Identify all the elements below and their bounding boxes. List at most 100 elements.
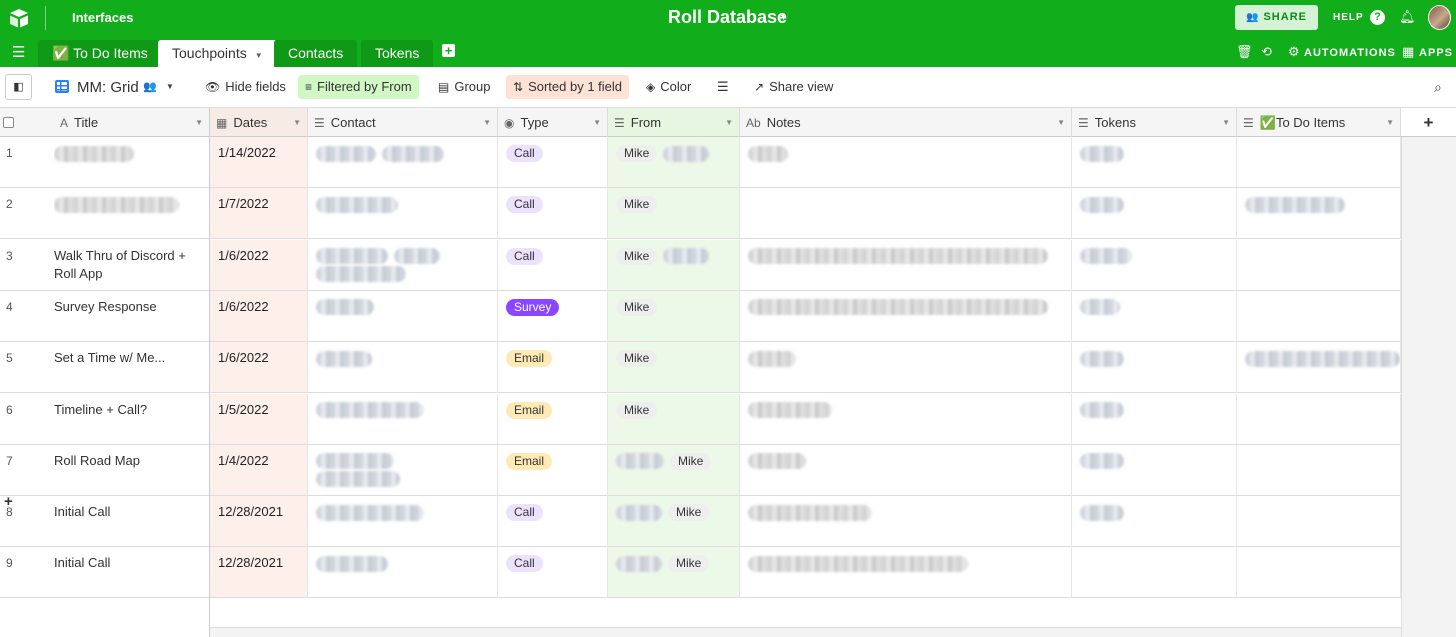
share-button[interactable]: 👥 SHARE xyxy=(1235,5,1318,30)
cell-to-do-items[interactable] xyxy=(1237,444,1401,496)
cell-notes[interactable] xyxy=(740,547,1072,599)
chevron-down-icon[interactable]: ▼ xyxy=(293,108,301,136)
cell-from[interactable]: Mike xyxy=(608,496,740,548)
logo-icon[interactable] xyxy=(8,7,30,29)
cell-date[interactable]: 1/6/2022 xyxy=(210,342,308,394)
cell-contact[interactable] xyxy=(308,444,498,496)
column-header-contact[interactable]: ☰ Contact ▼ xyxy=(308,108,498,137)
cell-from[interactable]: Mike xyxy=(608,239,740,291)
chevron-down-icon[interactable]: ▼ xyxy=(1222,108,1230,136)
column-header-dates[interactable]: ▦ Dates ▼ xyxy=(210,108,308,137)
cell-title[interactable]: Set a Time w/ Me... xyxy=(54,342,210,394)
cell-from[interactable]: Mike xyxy=(608,137,740,188)
tab-to-do-items[interactable]: ✅ To Do Items xyxy=(38,40,162,67)
cell-title[interactable]: Walk Thru of Discord + Roll App xyxy=(54,239,210,291)
cell-from[interactable]: Mike xyxy=(608,342,740,394)
cell-date[interactable]: 1/6/2022 xyxy=(210,239,308,291)
cell-type[interactable]: Email xyxy=(498,393,608,445)
cell-title[interactable]: Initial Call xyxy=(54,496,210,548)
automations-button[interactable]: AUTOMATIONS xyxy=(1304,47,1396,59)
cell-contact[interactable] xyxy=(308,188,498,240)
chevron-down-icon[interactable]: ▼ xyxy=(725,108,733,136)
cell-title[interactable]: Roll Road Map xyxy=(54,444,210,496)
cell-from[interactable]: Mike xyxy=(608,188,740,240)
cell-from[interactable]: Mike xyxy=(608,290,740,342)
cell-contact[interactable] xyxy=(308,393,498,445)
tab-tokens[interactable]: Tokens xyxy=(361,40,434,67)
cell-notes[interactable] xyxy=(740,393,1072,445)
cell-contact[interactable] xyxy=(308,496,498,548)
cell-date[interactable]: 1/6/2022 xyxy=(210,290,308,342)
history-icon[interactable]: ⟲ xyxy=(1261,44,1272,60)
cell-tokens[interactable] xyxy=(1072,393,1237,445)
avatar[interactable] xyxy=(1428,5,1451,30)
cell-from[interactable]: Mike xyxy=(608,444,740,496)
chevron-down-icon[interactable]: ▼ xyxy=(593,108,601,136)
column-header-type[interactable]: ◉ Type ▼ xyxy=(498,108,608,137)
cell-contact[interactable] xyxy=(308,137,498,188)
interfaces-link[interactable]: Interfaces xyxy=(72,10,133,25)
tab-touchpoints[interactable]: Touchpoints ▼ xyxy=(158,40,277,67)
sidebar-toggle-icon[interactable]: ◧ xyxy=(5,74,32,100)
apps-icon[interactable]: ▦ xyxy=(1402,44,1414,60)
cell-type[interactable]: Call xyxy=(498,547,608,599)
cell-title[interactable]: Initial Call xyxy=(54,547,210,599)
cell-date[interactable]: 1/7/2022 xyxy=(210,188,308,240)
cell-tokens[interactable] xyxy=(1072,444,1237,496)
cell-tokens[interactable] xyxy=(1072,547,1237,599)
cell-notes[interactable] xyxy=(740,188,1072,240)
cell-notes[interactable] xyxy=(740,342,1072,394)
add-record-button[interactable]: + xyxy=(4,493,13,510)
cell-type[interactable]: Call xyxy=(498,188,608,240)
menu-icon[interactable]: ☰ xyxy=(12,43,25,61)
chevron-down-icon[interactable]: ▼ xyxy=(1386,108,1394,136)
add-table-icon[interactable]: + xyxy=(442,44,455,57)
cell-type[interactable]: Email xyxy=(498,342,608,394)
add-field-button[interactable]: + xyxy=(1401,108,1456,137)
tab-contacts[interactable]: Contacts xyxy=(274,40,358,67)
cell-notes[interactable] xyxy=(740,444,1072,496)
cell-tokens[interactable] xyxy=(1072,239,1237,291)
column-header-tokens[interactable]: ☰ Tokens ▼ xyxy=(1072,108,1237,137)
cell-type[interactable]: Call xyxy=(498,239,608,291)
cell-to-do-items[interactable] xyxy=(1237,239,1401,291)
cell-from[interactable]: Mike xyxy=(608,547,740,599)
automations-icon[interactable]: ⚙︎ xyxy=(1288,44,1300,60)
cell-to-do-items[interactable] xyxy=(1237,547,1401,599)
cell-notes[interactable] xyxy=(740,290,1072,342)
filter-button[interactable]: ≡ Filtered by From xyxy=(298,75,419,99)
column-header-notes[interactable]: Ab Notes ▼ xyxy=(740,108,1072,137)
database-title[interactable]: Roll Database xyxy=(668,7,787,28)
select-all-checkbox[interactable] xyxy=(3,117,14,128)
cell-date[interactable]: 1/5/2022 xyxy=(210,393,308,445)
row-height-icon[interactable]: ☰ xyxy=(710,75,736,99)
bell-icon[interactable]: 🔔︎ xyxy=(1399,9,1416,25)
cell-notes[interactable] xyxy=(740,239,1072,291)
help-icon[interactable]: ? xyxy=(1370,10,1385,25)
view-name[interactable]: MM: Grid xyxy=(77,79,139,96)
cell-tokens[interactable] xyxy=(1072,137,1237,188)
hide-fields-button[interactable]: 👁︎ Hide fields xyxy=(198,75,293,99)
cell-date[interactable]: 1/4/2022 xyxy=(210,444,308,496)
column-header-to-do-items[interactable]: ☰ ✅To Do Items ▼ xyxy=(1237,108,1401,137)
cell-date[interactable]: 12/28/2021 xyxy=(210,496,308,548)
search-icon[interactable]: ⌕ xyxy=(1434,79,1442,96)
cell-type[interactable]: Call xyxy=(498,137,608,188)
cell-contact[interactable] xyxy=(308,239,498,291)
cell-to-do-items[interactable] xyxy=(1237,342,1401,394)
cell-contact[interactable] xyxy=(308,547,498,599)
cell-tokens[interactable] xyxy=(1072,342,1237,394)
cell-from[interactable]: Mike xyxy=(608,393,740,445)
column-header-title[interactable]: A Title ▼ xyxy=(54,108,210,137)
cell-type[interactable]: Call xyxy=(498,496,608,548)
cell-title[interactable] xyxy=(54,188,210,240)
share-view-button[interactable]: ↗ Share view xyxy=(747,75,840,99)
help-link[interactable]: HELP xyxy=(1333,12,1364,23)
cell-notes[interactable] xyxy=(740,137,1072,188)
cell-title[interactable] xyxy=(54,137,210,188)
cell-title[interactable]: Survey Response xyxy=(54,290,210,342)
cell-type[interactable]: Survey xyxy=(498,290,608,342)
cell-to-do-items[interactable] xyxy=(1237,188,1401,240)
cell-notes[interactable] xyxy=(740,496,1072,548)
chevron-down-icon[interactable]: ▼ xyxy=(166,82,174,91)
